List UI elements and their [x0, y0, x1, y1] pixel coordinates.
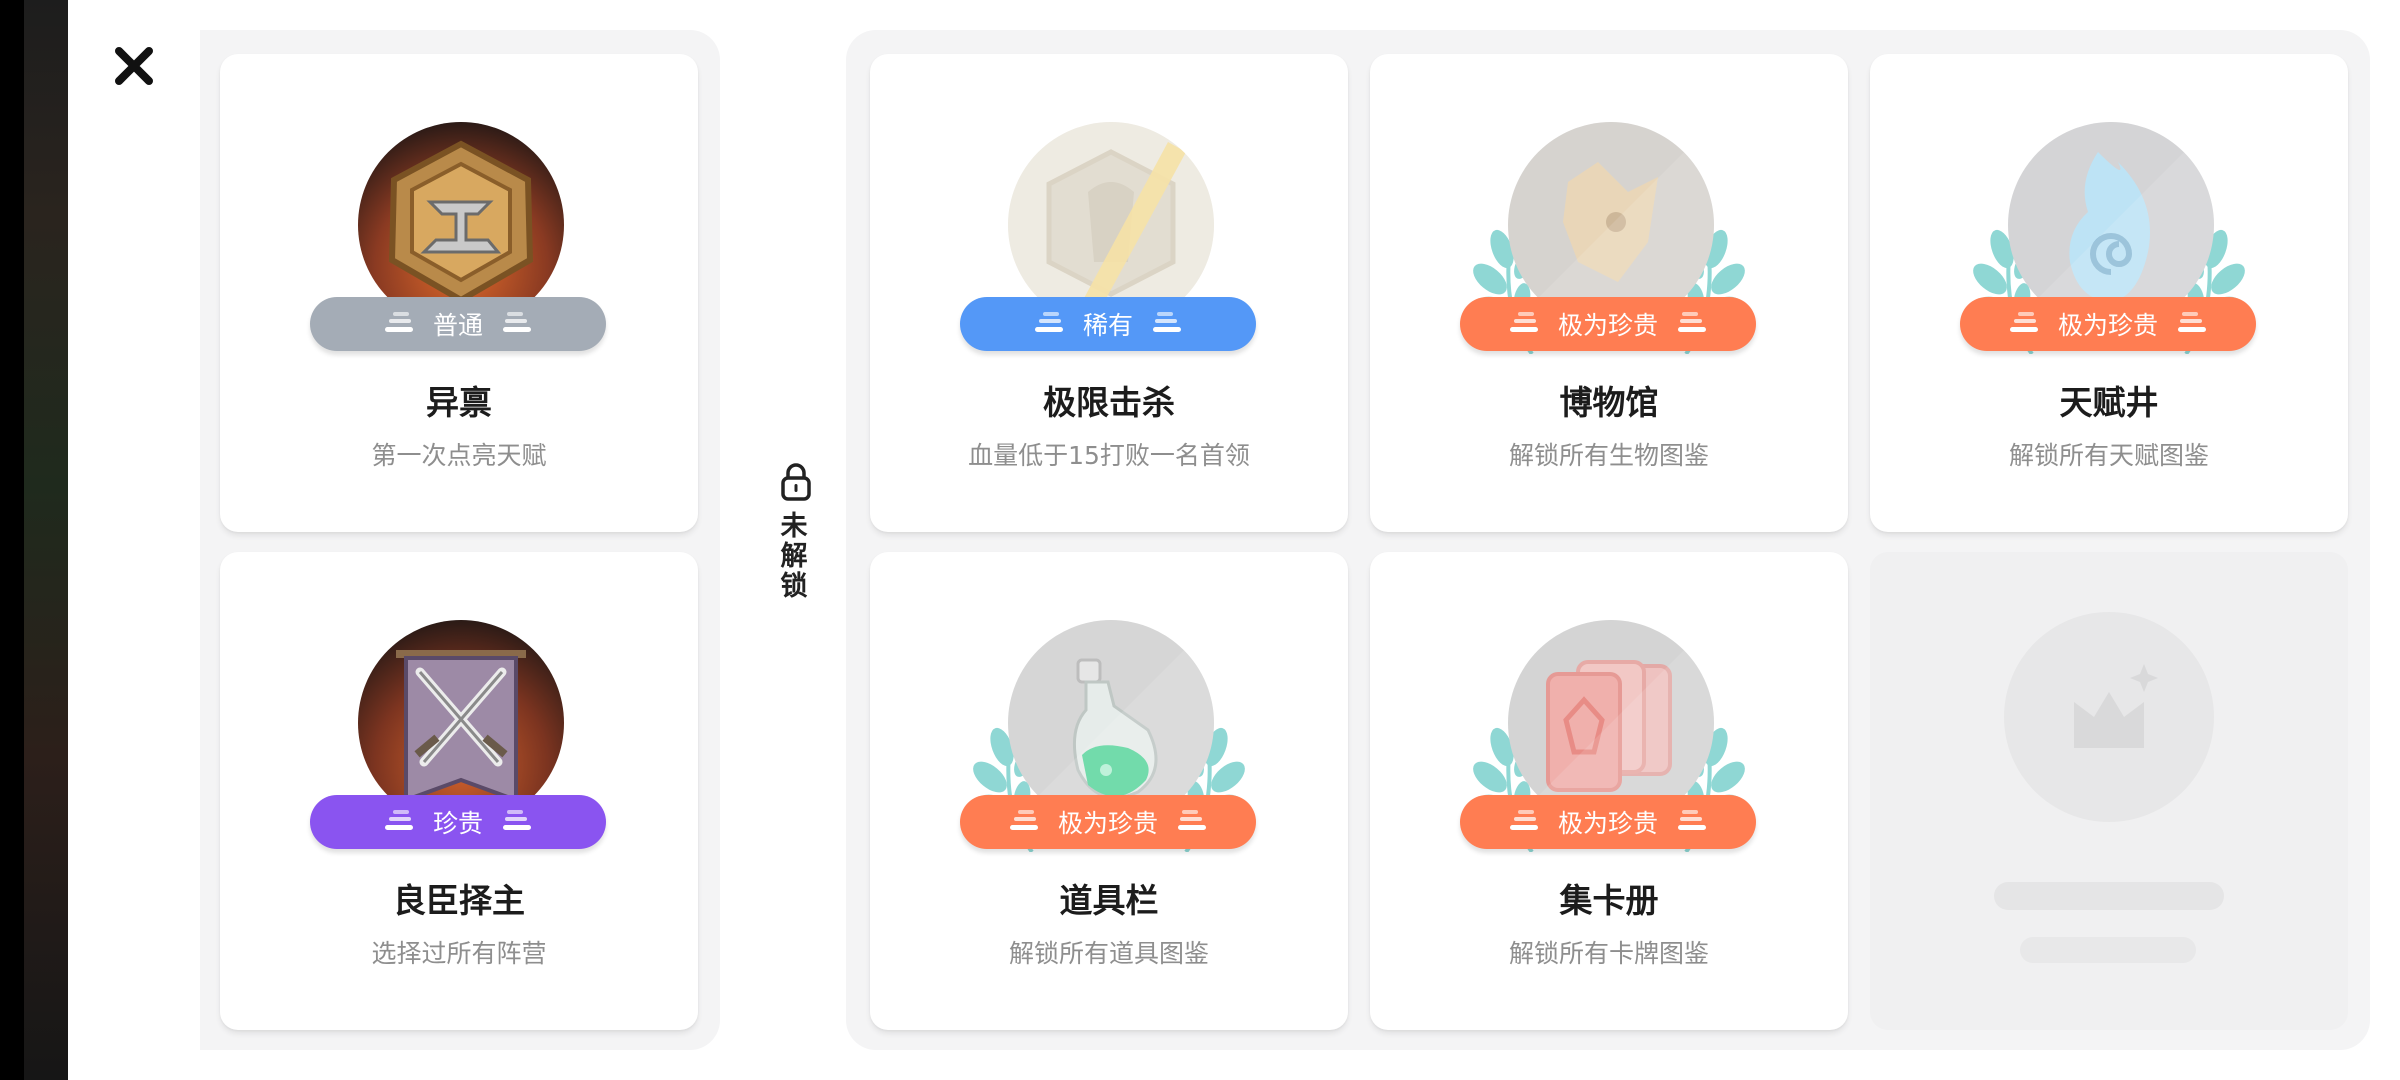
- close-icon: [115, 47, 153, 85]
- unlocked-panel: 普通 异禀 第一次点亮天赋 珍贵 良臣择主 选择过所有阵营: [200, 30, 720, 1050]
- hidden-achievement-icon: [2004, 612, 2214, 822]
- achievement-card-rare[interactable]: 稀有 极限击杀 血量低于15打败一名首领: [870, 54, 1348, 532]
- rarity-badge: 极为珍贵: [1460, 795, 1756, 849]
- rarity-badge: 普通: [310, 297, 606, 351]
- achievement-description: 第一次点亮天赋: [371, 441, 547, 470]
- stripe-icon: [497, 309, 533, 339]
- stripe-icon: [2008, 309, 2044, 339]
- rarity-label: 极为珍贵: [1557, 809, 1658, 838]
- hidden-achievement-card[interactable]: [1870, 552, 2348, 1030]
- stripe-icon: [383, 309, 419, 339]
- stripe-icon: [1008, 807, 1044, 837]
- hidden-title-placeholder: [1994, 882, 2224, 910]
- game-backdrop: [0, 0, 68, 1080]
- hidden-description-placeholder: [2020, 937, 2196, 963]
- locked-section-label: 未解锁: [778, 462, 818, 602]
- achievement-card-precious[interactable]: 珍贵 良臣择主 选择过所有阵营: [220, 552, 698, 1030]
- rarity-label: 极为珍贵: [1057, 809, 1158, 838]
- rarity-badge: 稀有: [960, 297, 1256, 351]
- achievement-description: 解锁所有生物图鉴: [1508, 441, 1709, 470]
- locked-label: 未解锁: [780, 511, 808, 602]
- stripe-icon: [383, 807, 419, 837]
- achievement-title: 良臣择主: [393, 881, 525, 920]
- rarity-label: 稀有: [1082, 311, 1133, 340]
- stripe-icon: [1508, 309, 1544, 339]
- rarity-label: 极为珍贵: [1557, 311, 1658, 340]
- achievement-title: 极限击杀: [1043, 383, 1175, 422]
- achievement-description: 血量低于15打败一名首领: [968, 441, 1250, 470]
- rarity-label: 珍贵: [432, 809, 483, 838]
- rarity-badge: 极为珍贵: [960, 795, 1256, 849]
- rarity-badge: 极为珍贵: [1460, 297, 1756, 351]
- stripe-icon: [1147, 309, 1183, 339]
- achievement-title: 异禀: [426, 383, 492, 422]
- stripe-icon: [1172, 807, 1208, 837]
- stripe-icon: [1508, 807, 1544, 837]
- locked-panel: 稀有 极限击杀 血量低于15打败一名首领 极为珍贵 博物馆 解锁所有生物图鉴 极…: [846, 30, 2370, 1050]
- achievement-card-legendary[interactable]: 极为珍贵 道具栏 解锁所有道具图鉴: [870, 552, 1348, 1030]
- rarity-badge: 极为珍贵: [1960, 297, 2256, 351]
- achievement-description: 解锁所有道具图鉴: [1008, 939, 1209, 968]
- achievement-title: 天赋井: [2059, 383, 2159, 422]
- achievement-title: 博物馆: [1559, 383, 1659, 422]
- achievement-card-legendary[interactable]: 极为珍贵 天赋井 解锁所有天赋图鉴: [1870, 54, 2348, 532]
- achievement-description: 选择过所有阵营: [371, 939, 547, 968]
- achievement-card-legendary[interactable]: 极为珍贵 博物馆 解锁所有生物图鉴: [1370, 54, 1848, 532]
- stripe-icon: [1672, 309, 1708, 339]
- stripe-icon: [1672, 807, 1708, 837]
- rarity-label: 普通: [432, 311, 483, 340]
- close-button[interactable]: [112, 44, 156, 88]
- stripe-icon: [497, 807, 533, 837]
- achievement-card-common[interactable]: 普通 异禀 第一次点亮天赋: [220, 54, 698, 532]
- achievement-description: 解锁所有天赋图鉴: [2008, 441, 2209, 470]
- rarity-label: 极为珍贵: [2057, 311, 2158, 340]
- lock-icon: [781, 463, 811, 501]
- rarity-badge: 珍贵: [310, 795, 606, 849]
- achievement-description: 解锁所有卡牌图鉴: [1508, 939, 1709, 968]
- achievement-title: 道具栏: [1059, 881, 1159, 920]
- stripe-icon: [2172, 309, 2208, 339]
- stripe-icon: [1033, 309, 1069, 339]
- achievement-card-legendary[interactable]: 极为珍贵 集卡册 解锁所有卡牌图鉴: [1370, 552, 1848, 1030]
- achievement-title: 集卡册: [1559, 881, 1659, 920]
